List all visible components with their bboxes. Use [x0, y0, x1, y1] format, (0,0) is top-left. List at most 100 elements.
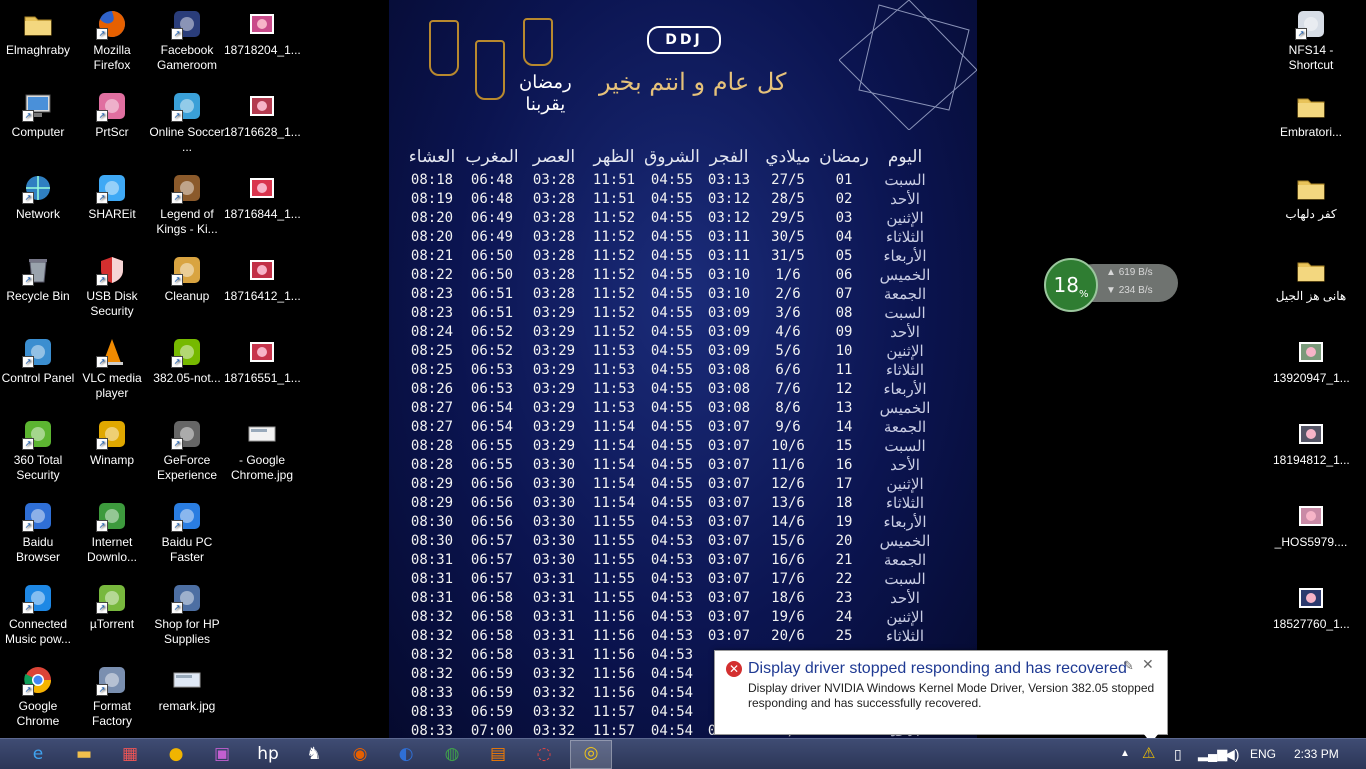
prayer-cell: 08:25: [410, 342, 454, 359]
shop-for-hp-supplies-shortcut[interactable]: ↗ Shop for HP Supplies: [149, 582, 225, 647]
prayer-cell: 06:56: [470, 494, 514, 511]
geforce-experience-shortcut[interactable]: ↗ GeForce Experience: [149, 418, 225, 483]
prayer-row: 08:23 06:51 03:29 11:52 04:55 03:09 3/6 08 السبت: [403, 303, 941, 322]
prayer-cell: 03:28: [532, 266, 576, 283]
image-18718204-shortcut[interactable]: 18718204_1...: [224, 8, 301, 58]
show-hidden-icons[interactable]: ▲: [1120, 739, 1130, 769]
remark-jpg-shortcut[interactable]: remark.jpg: [149, 664, 225, 714]
prayer-cell: الأربعاء: [883, 246, 927, 265]
image-hos5979-shortcut[interactable]: _HOS5979....: [1273, 500, 1349, 550]
elmaghraby-folder-shortcut[interactable]: Elmaghraby: [0, 8, 76, 58]
volume-icon[interactable]: ◀): [1224, 739, 1239, 769]
taskbar-internet-explorer-icon[interactable]: e: [18, 742, 58, 766]
baidu-pc-faster-shortcut[interactable]: ↗ Baidu PC Faster: [149, 500, 225, 565]
driver-notification[interactable]: ✕ Display driver stopped responding and …: [714, 650, 1168, 743]
recycle-bin-shortcut[interactable]: ↗ Recycle Bin: [0, 254, 76, 304]
nfs14-shortcut-shortcut[interactable]: ↗ NFS14 - Shortcut: [1273, 8, 1349, 73]
printer-icon: ↗: [171, 582, 203, 614]
prayer-cell: 03:12: [707, 190, 751, 207]
language-indicator[interactable]: ENG: [1250, 739, 1276, 769]
net-meter-widget[interactable]: 18% ▲ 619 B/s ▼ 234 B/s: [1044, 256, 1180, 312]
connected-music-shortcut[interactable]: ↗ Connected Music pow...: [0, 582, 76, 647]
icon-label: Mozilla Firefox: [93, 43, 131, 72]
shortcut-arrow-icon: ↗: [22, 602, 34, 614]
format-factory-shortcut[interactable]: ↗ Format Factory: [74, 664, 150, 729]
taskbar-media-app-icon[interactable]: ▦: [110, 742, 150, 766]
icon-label: Computer: [11, 125, 65, 139]
360-total-security-shortcut[interactable]: ↗ 360 Total Security: [0, 418, 76, 483]
taskbar-baidu-task-icon[interactable]: ◐: [386, 742, 426, 766]
winamp-shortcut[interactable]: ↗ Winamp: [74, 418, 150, 468]
prayer-cell: 04:55: [650, 494, 694, 511]
settings-wrench-icon[interactable]: ✎: [1123, 659, 1134, 674]
taskbar-hp-app-icon[interactable]: hp: [248, 742, 288, 766]
computer-shortcut[interactable]: ↗ Computer: [0, 90, 76, 140]
image-18194812-shortcut[interactable]: 18194812_1...: [1273, 418, 1350, 468]
vlc-media-player-shortcut[interactable]: ↗ VLC media player: [74, 336, 150, 401]
taskbar-app-orange-icon[interactable]: ▤: [478, 742, 518, 766]
clock[interactable]: 2:33 PM: [1294, 739, 1339, 769]
idm-icon: ↗: [96, 500, 128, 532]
icon-label: 18716844_1...: [224, 207, 301, 221]
cleanup-shortcut[interactable]: ↗ Cleanup: [149, 254, 225, 304]
nvidia-driver-38205-shortcut[interactable]: ↗ 382.05-not...: [149, 336, 225, 386]
embratori-folder-shortcut[interactable]: Embratori...: [1273, 90, 1349, 140]
online-soccer-shortcut[interactable]: ↗ Online Soccer ...: [149, 90, 225, 155]
image-18527760-shortcut[interactable]: 18527760_1...: [1273, 582, 1350, 632]
taskbar-browser-task-icon[interactable]: ◌: [524, 742, 564, 766]
taskbar-game-app-icon[interactable]: ♞: [294, 742, 334, 766]
warning-icon[interactable]: ⚠: [1142, 739, 1155, 769]
prayer-cell: 03:29: [532, 361, 576, 378]
prayer-row: 08:25 06:52 03:29 11:53 04:55 03:09 5/6 10 الإثن…: [403, 341, 941, 360]
prayer-cell: 27/5: [771, 171, 805, 188]
prayer-cell: 04:53: [650, 589, 694, 606]
close-icon[interactable]: ✕: [1142, 657, 1154, 673]
image-18716551-shortcut[interactable]: 18716551_1...: [224, 336, 301, 386]
prayer-cell: 04:53: [650, 627, 694, 644]
google-chrome-jpg-shortcut[interactable]: - Google Chrome.jpg: [224, 418, 300, 483]
usb-disk-security-shortcut[interactable]: ↗ USB Disk Security: [74, 254, 150, 319]
prayer-cell: 03:07: [707, 627, 751, 644]
power-icon[interactable]: ▯: [1174, 739, 1182, 769]
signal-icon[interactable]: ▂▄▆: [1198, 739, 1227, 769]
prayer-row: 08:28 06:55 03:29 11:54 04:55 03:07 10/6 15 السب…: [403, 436, 941, 455]
icon-label: Elmaghraby: [5, 43, 71, 57]
prayer-cell: 11:56: [592, 684, 636, 701]
baidu-browser-shortcut[interactable]: ↗ Baidu Browser: [0, 500, 76, 565]
hany-folder-shortcut[interactable]: هانى هز الجيل: [1273, 254, 1349, 304]
facebook-gameroom-shortcut[interactable]: ↗ Facebook Gameroom: [149, 8, 225, 73]
taskbar-firefox-task-icon[interactable]: ◉: [340, 742, 380, 766]
google-chrome-shortcut[interactable]: ↗ Google Chrome: [0, 664, 76, 729]
taskbar-chrome-task-icon[interactable]: ◍: [432, 742, 472, 766]
wallpaper-logo: DDJ: [647, 26, 721, 54]
utorrent-shortcut[interactable]: ↗ µTorrent: [74, 582, 150, 632]
legend-of-kings-shortcut[interactable]: ↗ Legend of Kings - Ki...: [149, 172, 225, 237]
taskbar-file-explorer-icon[interactable]: ▬: [64, 742, 104, 766]
broom-icon: ↗: [171, 254, 203, 286]
image-18716628-shortcut[interactable]: 18716628_1...: [224, 90, 301, 140]
internet-download-manager-shortcut[interactable]: ↗ Internet Downlo...: [74, 500, 150, 565]
prayer-cell: 06:53: [470, 361, 514, 378]
mozilla-firefox-shortcut[interactable]: ↗ Mozilla Firefox: [74, 8, 150, 73]
prayer-cell: السبت: [884, 170, 926, 189]
control-panel-shortcut[interactable]: ↗ Control Panel: [0, 336, 76, 386]
kafr-dalhab-folder-shortcut[interactable]: كفر دلهاب: [1273, 172, 1349, 222]
prtscr-shortcut[interactable]: ↗ PrtScr: [74, 90, 150, 140]
taskbar-winamp-task-icon[interactable]: ●: [156, 742, 196, 766]
icon-label: 18716412_1...: [224, 289, 301, 303]
globe-icon: ↗: [22, 172, 54, 204]
shareit-shortcut[interactable]: ↗ SHAREit: [74, 172, 150, 222]
taskbar-chrome-task-2-icon[interactable]: ◎: [570, 740, 612, 769]
prayer-cell: 04:55: [650, 418, 694, 435]
prayer-cell: 1/6: [775, 266, 801, 283]
icon-label: VLC media player: [82, 371, 142, 400]
taskbar-chat-app-icon[interactable]: ▣: [202, 742, 242, 766]
image-18716412-shortcut[interactable]: 18716412_1...: [224, 254, 301, 304]
image-18716844-shortcut[interactable]: 18716844_1...: [224, 172, 301, 222]
photo-icon: [1295, 418, 1327, 450]
prayer-cell: 16: [835, 456, 853, 473]
prayer-cell: 04:54: [650, 665, 694, 682]
image-13920947-shortcut[interactable]: 13920947_1...: [1273, 336, 1350, 386]
icon-label: 18716628_1...: [224, 125, 301, 139]
network-shortcut[interactable]: ↗ Network: [0, 172, 76, 222]
